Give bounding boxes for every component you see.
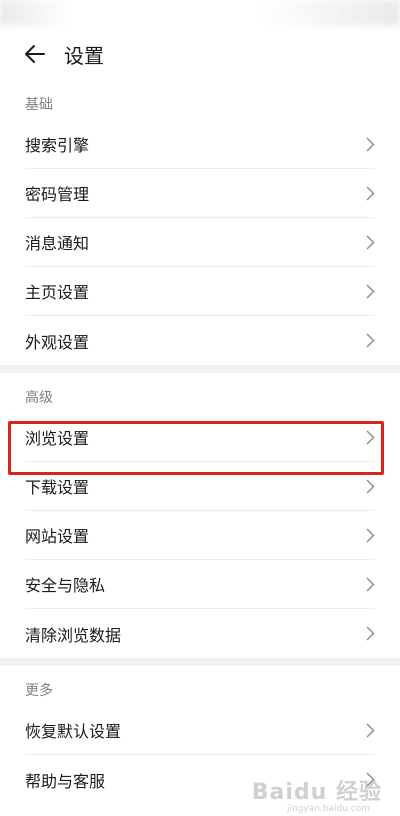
settings-item-notifications[interactable]: 消息通知 <box>25 218 375 267</box>
settings-item-label: 消息通知 <box>25 234 90 253</box>
settings-item-label: 外观设置 <box>25 332 90 352</box>
settings-item-site-settings[interactable]: 网站设置 <box>25 511 375 560</box>
settings-item-clear-browsing-data[interactable]: 清除浏览数据 <box>25 609 375 658</box>
settings-item-label: 密码管理 <box>25 185 90 204</box>
chevron-right-icon <box>365 283 375 299</box>
status-bar <box>0 0 400 28</box>
settings-item-label: 清除浏览数据 <box>25 625 122 645</box>
section-divider <box>0 365 400 373</box>
chevron-right-icon <box>365 626 375 642</box>
section-title-basic: 基础 <box>25 97 53 113</box>
settings-item-label: 搜索引擎 <box>25 136 90 155</box>
settings-item-label: 主页设置 <box>25 283 90 302</box>
chevron-right-icon <box>365 576 375 592</box>
section-basic: 基础 搜索引擎 密码管理 消息通知 主页设置 外观设置 <box>0 80 400 365</box>
settings-item-help-support[interactable]: 帮助与客服 <box>25 755 375 804</box>
status-bar-blur-right <box>260 0 400 26</box>
chevron-right-icon <box>365 527 375 543</box>
settings-item-password-manager[interactable]: 密码管理 <box>25 169 375 218</box>
chevron-right-icon <box>365 772 375 788</box>
arrow-left-icon[interactable] <box>22 41 48 67</box>
section-advanced: 高级 浏览设置 下载设置 网站设置 安全与隐私 清除浏览数据 <box>0 373 400 658</box>
section-title-more: 更多 <box>25 683 53 699</box>
status-bar-blur-left <box>0 0 70 26</box>
page-title: 设置 <box>64 43 104 68</box>
settings-item-search-engine[interactable]: 搜索引擎 <box>25 120 375 169</box>
chevron-right-icon <box>365 136 375 152</box>
settings-item-label: 网站设置 <box>25 527 90 546</box>
section-title-advanced: 高级 <box>25 390 53 406</box>
chevron-right-icon <box>365 234 375 250</box>
settings-item-appearance[interactable]: 外观设置 <box>25 316 375 365</box>
chevron-right-icon <box>365 333 375 349</box>
section-more: 更多 恢复默认设置 帮助与客服 <box>0 666 400 804</box>
chevron-right-icon <box>365 478 375 494</box>
chevron-right-icon <box>365 185 375 201</box>
chevron-right-icon <box>365 722 375 738</box>
settings-item-label: 下载设置 <box>25 478 90 497</box>
settings-item-label: 恢复默认设置 <box>25 722 122 741</box>
settings-item-label: 安全与隐私 <box>25 576 106 595</box>
section-divider <box>0 658 400 666</box>
settings-item-label: 帮助与客服 <box>25 771 106 791</box>
settings-item-restore-defaults[interactable]: 恢复默认设置 <box>25 706 375 755</box>
watermark-url: jingyan.baidu.com <box>286 804 370 814</box>
title-bar: 设置 <box>0 28 400 80</box>
settings-item-homepage[interactable]: 主页设置 <box>25 267 375 316</box>
settings-item-downloads[interactable]: 下载设置 <box>25 462 375 511</box>
settings-item-security-privacy[interactable]: 安全与隐私 <box>25 560 375 609</box>
settings-item-label: 浏览设置 <box>25 429 90 448</box>
chevron-right-icon <box>365 429 375 445</box>
settings-item-browsing[interactable]: 浏览设置 <box>25 413 375 462</box>
